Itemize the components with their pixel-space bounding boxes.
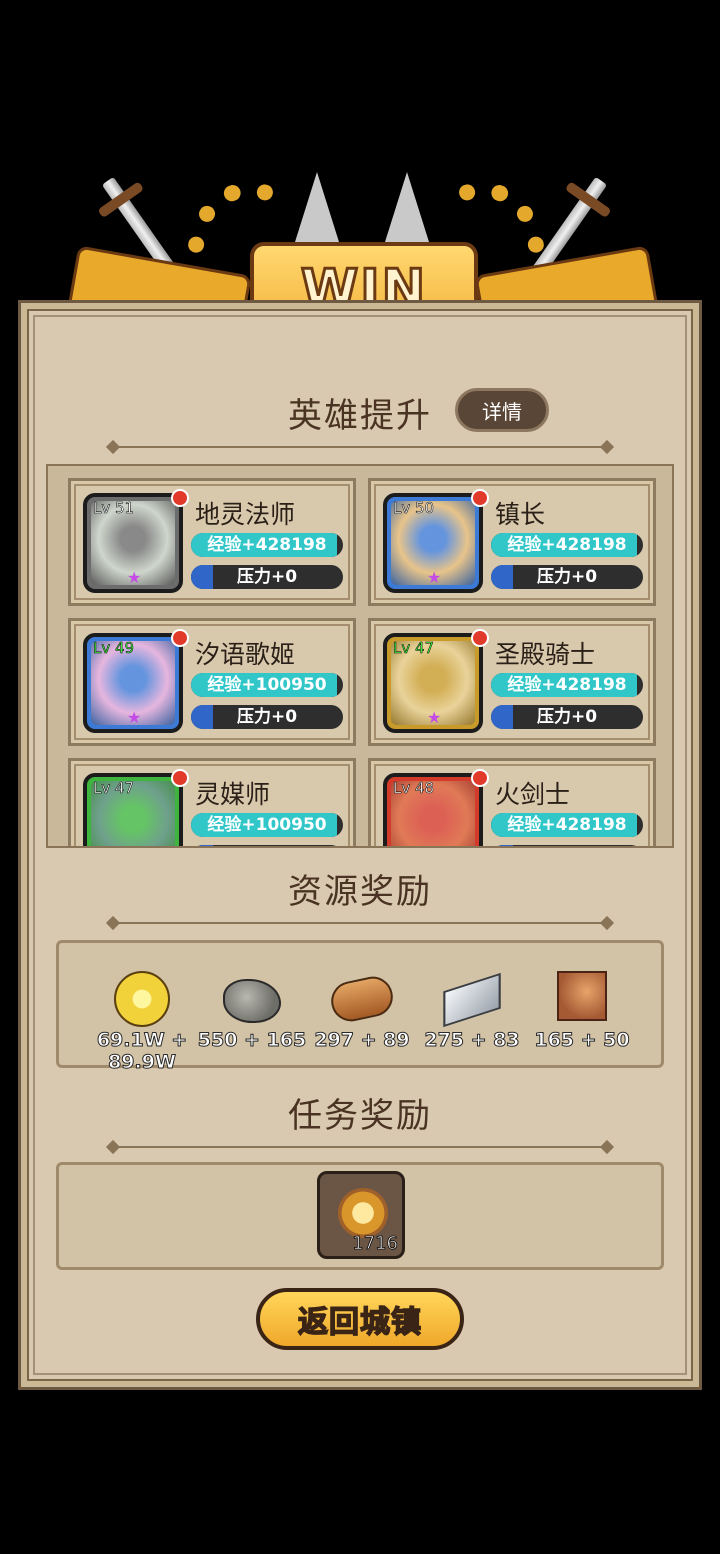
pressure-bar: 压力+0 — [491, 565, 643, 589]
pressure-bar: 压力+0 — [491, 705, 643, 729]
pressure-text: 压力+0 — [491, 845, 643, 846]
return-to-town-button[interactable]: 返回城镇 — [256, 1288, 464, 1350]
hero-avatar[interactable]: Lv 50 ★ — [383, 493, 483, 593]
pressure-bar: 压力+0 — [491, 845, 643, 846]
hero-name: 汐语歌姬 — [195, 640, 296, 669]
hero-name: 镇长 — [495, 500, 546, 529]
medal-icon — [338, 1188, 388, 1238]
hero-section-title: 英雄提升 — [288, 396, 432, 436]
task-reward-item[interactable]: 1716 — [317, 1171, 405, 1259]
task-reward-value: 1716 — [352, 1233, 399, 1255]
hero-level: Lv 49 — [93, 639, 135, 658]
hero-card[interactable]: Lv 51 ★ 地灵法师经验+428198 压力+0 — [68, 478, 356, 606]
notification-dot — [471, 769, 489, 787]
hero-card[interactable]: Lv 49 ★ 汐语歌姬经验+100950 压力+0 — [68, 618, 356, 746]
star-icon: ★ — [427, 708, 442, 727]
detail-button[interactable]: 详情 — [455, 388, 549, 432]
iron-ingot-icon — [443, 972, 501, 1028]
hero-name: 圣殿骑士 — [495, 640, 596, 669]
resource-reward-box: 69.1W + 89.9W 550 + 165 297 + 89 275 + 8… — [56, 940, 664, 1074]
hero-avatar[interactable]: Lv 51 ★ — [83, 493, 183, 593]
exp-bar: 经验+100950 — [191, 673, 343, 697]
hero-list[interactable]: Lv 51 ★ 地灵法师经验+428198 压力+0 Lv 50 ★ 镇长经验+428198… — [46, 464, 674, 848]
divider — [110, 446, 610, 448]
task-reward-box: 1716 — [56, 1162, 664, 1270]
notification-dot — [171, 769, 189, 787]
pressure-text: 压力+0 — [236, 707, 298, 727]
pressure-bar: 压力+0 — [191, 845, 343, 846]
exp-bar: 经验+100950 — [191, 813, 343, 837]
wood-log-icon — [327, 972, 397, 1026]
pressure-text: 压力+0 — [536, 707, 598, 727]
pressure-text: 压力+0 — [191, 845, 343, 846]
exp-text: 经验+428198 — [507, 535, 627, 555]
hero-level: Lv 48 — [393, 779, 435, 798]
divider — [110, 1146, 610, 1148]
exp-text: 经验+428198 — [507, 815, 627, 835]
resource-section-title: 资源奖励 — [288, 872, 432, 912]
exp-text: 经验+428198 — [507, 675, 627, 695]
hero-level: Lv 47 — [93, 779, 135, 798]
notification-dot — [471, 489, 489, 507]
exp-text: 经验+100950 — [207, 815, 327, 835]
hero-avatar[interactable]: Lv 49 ★ — [83, 633, 183, 733]
hero-avatar[interactable]: Lv 47★ — [83, 773, 183, 846]
hero-card[interactable]: Lv 47★ 灵媒师经验+100950 压力+0 — [68, 758, 356, 846]
divider — [110, 922, 610, 924]
star-icon: ★ — [427, 568, 442, 587]
hero-avatar[interactable]: Lv 47 ★ — [383, 633, 483, 733]
exp-text: 经验+428198 — [207, 535, 327, 555]
task-section-title: 任务奖励 — [288, 1096, 432, 1136]
hero-level: Lv 50 — [393, 499, 435, 518]
notification-dot — [471, 629, 489, 647]
hero-name: 地灵法师 — [195, 500, 296, 529]
star-icon: ★ — [127, 708, 142, 727]
leather-icon — [557, 971, 607, 1021]
pressure-bar: 压力+0 — [191, 705, 343, 729]
pressure-text: 压力+0 — [536, 567, 598, 587]
hero-card[interactable]: Lv 48★ 火剑士经验+428198 压力+0 — [368, 758, 656, 846]
pressure-bar: 压力+0 — [191, 565, 343, 589]
notification-dot — [171, 489, 189, 507]
hero-card[interactable]: Lv 50 ★ 镇长经验+428198 压力+0 — [368, 478, 656, 606]
hero-name: 灵媒师 — [195, 780, 271, 809]
gold-coin-icon — [114, 971, 170, 1027]
star-icon: ★ — [127, 568, 142, 587]
hero-avatar[interactable]: Lv 48★ — [383, 773, 483, 846]
resource-value: 165 + 50 — [534, 1029, 630, 1052]
resource-item-leather: 165 + 50 — [527, 963, 637, 1059]
hero-level: Lv 51 — [93, 499, 135, 518]
hero-name: 火剑士 — [495, 780, 571, 809]
exp-bar: 经验+428198 — [191, 533, 343, 557]
hero-card[interactable]: Lv 47 ★ 圣殿骑士经验+428198 压力+0 — [368, 618, 656, 746]
pressure-text: 压力+0 — [236, 567, 298, 587]
hero-level: Lv 47 — [393, 639, 435, 658]
notification-dot — [171, 629, 189, 647]
exp-text: 经验+100950 — [207, 675, 327, 695]
stone-ore-icon — [223, 979, 281, 1023]
exp-bar: 经验+428198 — [491, 673, 643, 697]
exp-bar: 经验+428198 — [491, 813, 643, 837]
exp-bar: 经验+428198 — [491, 533, 643, 557]
